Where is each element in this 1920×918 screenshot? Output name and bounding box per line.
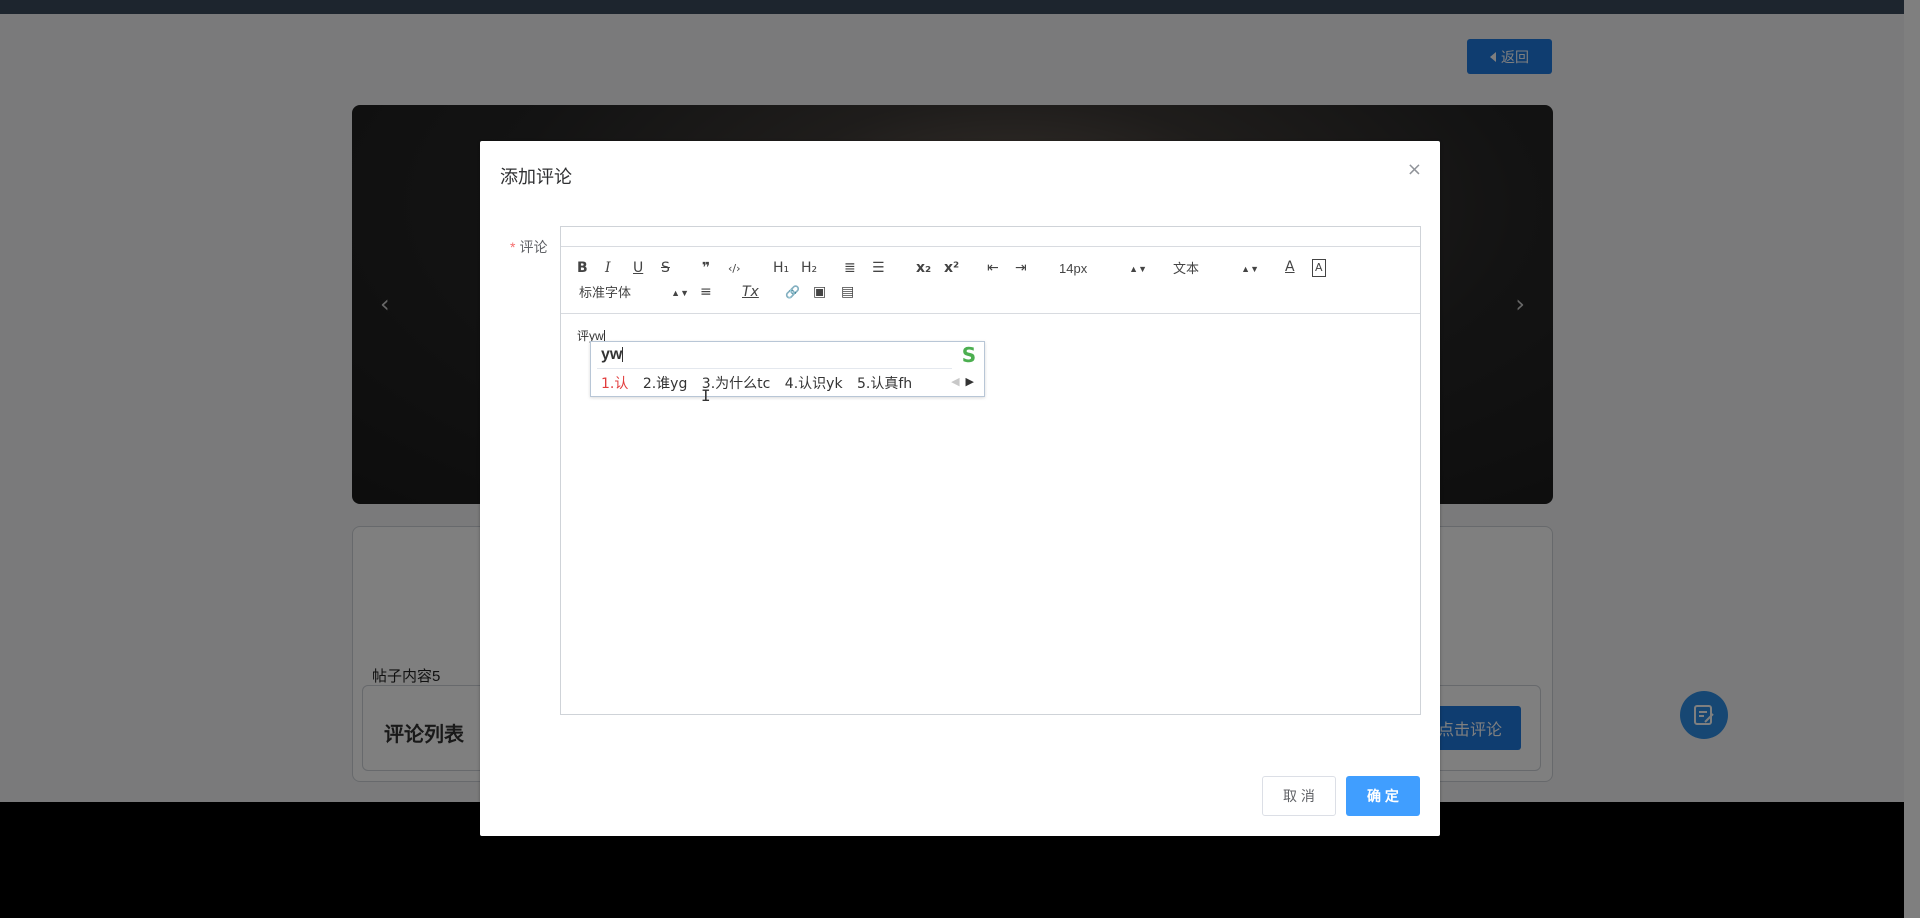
ime-candidate[interactable]: 5.认真fh [857, 376, 912, 392]
editor-top-border [561, 227, 1420, 247]
image-icon[interactable]: ▣ [813, 284, 826, 300]
blockquote-icon[interactable]: ❞ [702, 260, 710, 276]
code-block-icon[interactable]: ‹/› [728, 261, 741, 277]
header-1-icon[interactable]: H₁ [773, 260, 789, 276]
ime-composition: yw [601, 346, 624, 364]
strike-icon[interactable]: S [661, 260, 670, 276]
mouse-ibeam-cursor: I [701, 386, 711, 405]
ime-candidates: 1.认 2.谁yg 3.为什么tc 4.认识yk 5.认真fh [601, 373, 922, 393]
ime-separator [597, 368, 952, 369]
superscript-icon[interactable]: x² [944, 260, 959, 276]
italic-icon[interactable]: I [605, 260, 611, 276]
underline-icon[interactable]: U [633, 260, 643, 276]
font-family-value: 标准字体 [579, 285, 632, 300]
header-select-value: 文本 [1173, 261, 1200, 276]
ime-candidate[interactable]: 3.为什么tc [702, 376, 771, 392]
ime-candidate[interactable]: 1.认 [601, 376, 628, 392]
close-icon[interactable]: × [1407, 159, 1422, 180]
subscript-icon[interactable]: x₂ [916, 260, 931, 276]
ime-candidate[interactable]: 2.谁yg [643, 376, 688, 392]
ime-composition-text: yw [601, 346, 623, 363]
select-arrows-icon: ▲▼ [1241, 264, 1259, 274]
bullet-list-icon[interactable]: ☰ [872, 260, 885, 276]
comment-field-label: * 评论 [510, 237, 547, 257]
cancel-button[interactable]: 取 消 [1262, 776, 1336, 816]
font-family-select[interactable]: 标准字体 ▲▼ [579, 285, 689, 301]
ime-prev-page-icon[interactable]: ◀ [951, 376, 959, 388]
required-mark: * [510, 239, 516, 255]
add-comment-dialog: 添加评论 × * 评论 B I U S ❞ ‹/› H₁ H₂ ≣ ☰ x₂ x²… [480, 141, 1440, 836]
ime-next-page-icon[interactable]: ▶ [966, 376, 974, 388]
link-icon[interactable]: 🔗 [785, 284, 800, 300]
indent-icon[interactable]: ⇥ [1015, 260, 1027, 276]
select-arrows-icon: ▲▼ [1129, 264, 1147, 274]
ime-page-nav: ◀ ▶ [951, 375, 974, 388]
video-icon[interactable]: ▤ [841, 284, 854, 300]
font-size-value: 14px [1059, 261, 1088, 276]
background-color-icon[interactable]: A [1312, 259, 1326, 277]
ordered-list-icon[interactable]: ≣ [844, 260, 856, 276]
align-icon[interactable]: ≡ [700, 284, 712, 300]
header-2-icon[interactable]: H₂ [801, 260, 817, 276]
confirm-button[interactable]: 确 定 [1346, 776, 1420, 816]
ime-candidate[interactable]: 4.认识yk [785, 376, 843, 392]
ime-candidate-window: yw S 1.认 2.谁yg 3.为什么tc 4.认识yk 5.认真fh ◀ ▶ [590, 341, 985, 397]
clean-format-icon[interactable]: Tx [742, 284, 759, 300]
comment-field-label-text: 评论 [519, 239, 548, 255]
bold-icon[interactable]: B [577, 260, 588, 276]
header-select[interactable]: 文本 ▲▼ [1173, 261, 1259, 277]
font-size-select[interactable]: 14px ▲▼ [1059, 261, 1147, 277]
ime-caret [622, 347, 624, 363]
font-color-icon[interactable]: A [1285, 259, 1295, 275]
editor-toolbar: B I U S ❞ ‹/› H₁ H₂ ≣ ☰ x₂ x² ⇤ ⇥ 14px ▲▼… [561, 247, 1420, 314]
rich-text-editor[interactable]: B I U S ❞ ‹/› H₁ H₂ ≣ ☰ x₂ x² ⇤ ⇥ 14px ▲▼… [560, 226, 1421, 715]
dialog-title: 添加评论 [500, 167, 572, 187]
select-arrows-icon: ▲▼ [671, 288, 689, 298]
sogou-logo-icon: S [961, 343, 977, 367]
outdent-icon[interactable]: ⇤ [987, 260, 999, 276]
